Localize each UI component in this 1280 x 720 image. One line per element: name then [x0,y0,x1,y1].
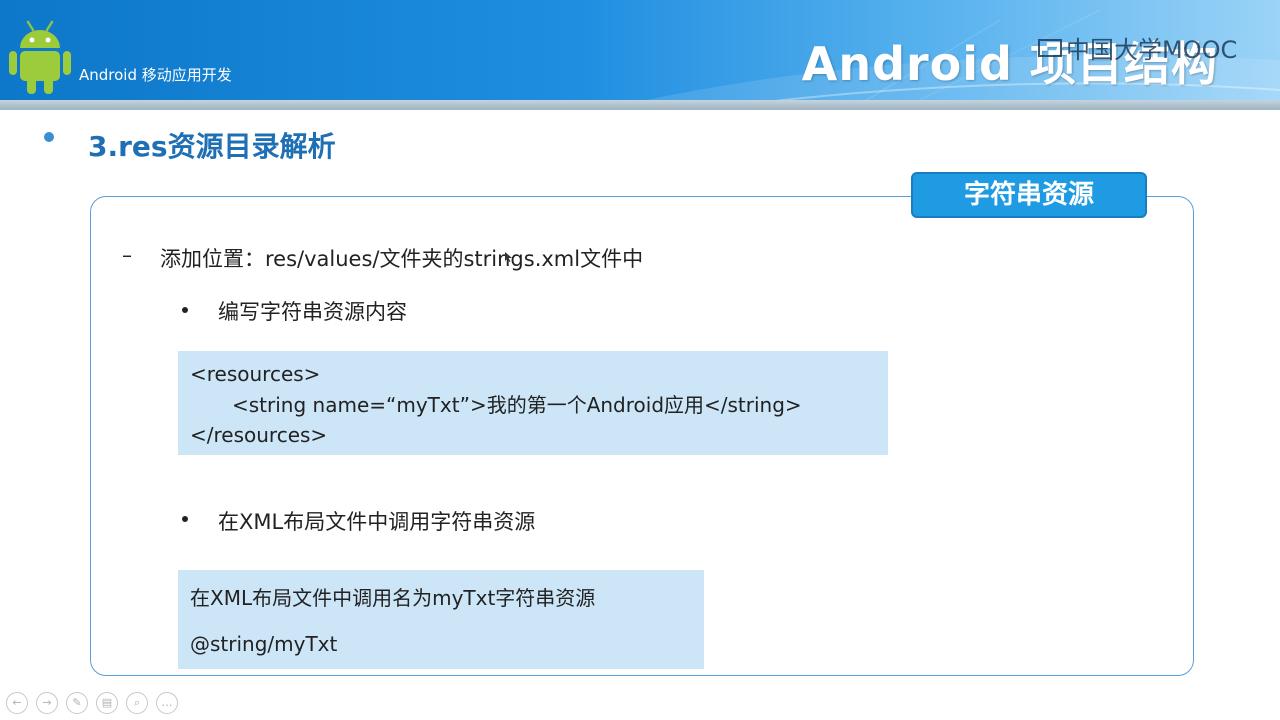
code-line: <string name=“myTxt”>我的第一个Android应用</str… [232,392,802,417]
sub-bullet [182,307,188,313]
previous-icon[interactable]: ← [6,692,28,714]
sub-heading-write: 编写字符串资源内容 [218,300,407,324]
android-logo-icon [9,20,71,94]
more-icon[interactable]: … [156,692,178,714]
section-title: 3.res资源目录解析 [88,130,336,163]
sub-heading-call: 在XML布局文件中调用字符串资源 [218,510,536,534]
section-bullet [44,132,54,142]
pen-icon[interactable]: ✎ [66,692,88,714]
code-line: @string/myTxt [190,632,338,656]
code-block-resources: <resources> <string name=“myTxt”>我的第一个An… [178,351,888,455]
topic-tag: 字符串资源 [911,172,1147,218]
slides-icon[interactable]: ▤ [96,692,118,714]
mooc-watermark: 中国大学MOOC [1038,30,1238,64]
code-line: <resources> [190,362,321,386]
zoom-icon[interactable]: ⌕ [126,692,148,714]
header-banner: Android 移动应用开发 Android 项目结构 中国大学MOOC [0,0,1280,110]
mooc-logo-icon [1038,38,1062,57]
dash-bullet: – [122,243,132,267]
header-divider [0,100,1280,110]
sub-bullet [182,516,188,522]
code-line: </resources> [190,423,328,447]
location-text: 添加位置：res/values/文件夹的strings.xml文件中 [160,247,644,271]
course-title: Android 移动应用开发 [79,66,232,84]
mouse-cursor-icon [505,252,512,262]
code-block-usage: 在XML布局文件中调用名为myTxt字符串资源 @string/myTxt [178,570,704,669]
next-icon[interactable]: → [36,692,58,714]
code-line: 在XML布局文件中调用名为myTxt字符串资源 [190,586,596,610]
